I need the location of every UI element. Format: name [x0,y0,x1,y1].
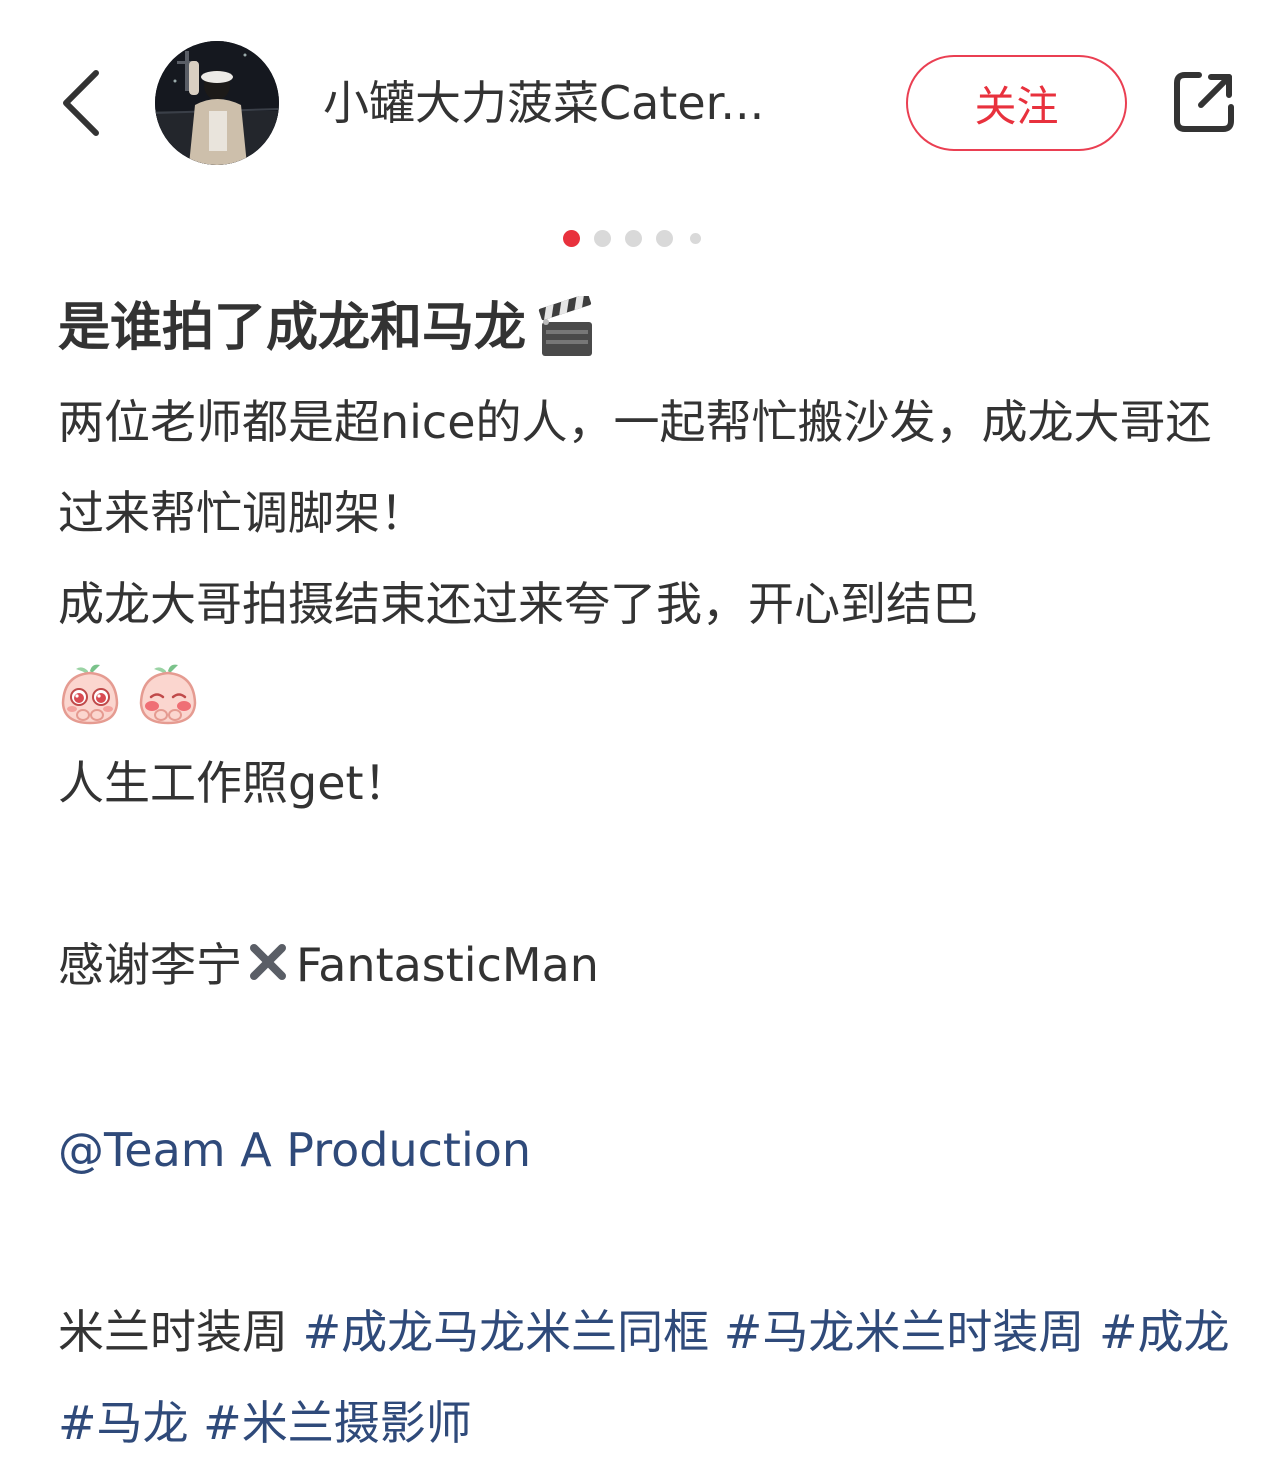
body-paragraph: 成龙大哥拍摄结束还过来夸了我，开心到结巴 [58,577,978,631]
body-paragraph: 两位老师都是超nice的人，一起帮忙搬沙发，成龙大哥还过来帮忙调脚架！ [58,395,1212,540]
hashtag-link[interactable]: #米兰摄影师 [203,1396,472,1450]
thanks-line: 感谢李宁 FantasticMan [58,920,1238,1014]
share-external-icon [1174,72,1234,132]
note-header: 小罐大力菠菜Cater... 关注 [0,0,1280,205]
body-paragraph: 人生工作照get！ [58,756,410,810]
back-arrow-icon [63,70,99,136]
peach-shy-emoji [139,664,197,725]
hashtag-link[interactable]: #成龙马龙米兰同框 [303,1305,710,1359]
peach-pleading-emoji [61,664,119,725]
hashtag-link[interactable]: #马龙米兰时装周 [724,1305,1085,1359]
back-button[interactable] [52,66,108,140]
author-name[interactable]: 小罐大力菠菜Cater... [323,72,863,134]
tags-prefix: 米兰时装周 [58,1305,288,1359]
author-avatar[interactable] [155,41,279,165]
thanks-suffix: FantasticMan [296,938,599,992]
note-title-row: 是谁拍了成龙和马龙 [58,285,1238,371]
note-body: 两位老师都是超nice的人，一起帮忙搬沙发，成龙大哥还过来帮忙调脚架！ 成龙大哥… [58,377,1238,1469]
note-content: 是谁拍了成龙和马龙 两位老师都是超nice的人，一起帮忙搬沙发，成龙大哥还过来帮… [58,285,1238,1469]
hashtag-link[interactable]: #成龙 [1099,1305,1230,1359]
tags-line: 米兰时装周 #成龙马龙米兰同框 #马龙米兰时装周 #成龙 #马龙 #米兰摄影师 [58,1287,1238,1469]
note-title: 是谁拍了成龙和马龙 [58,298,527,358]
thanks-prefix: 感谢李宁 [58,938,242,992]
clapperboard-emoji [538,296,596,360]
carousel-dot-active [563,229,580,247]
hashtag-link[interactable]: #马龙 [58,1396,189,1450]
mention-link[interactable]: @Team A Production [58,1105,1238,1196]
carousel-dot [594,229,611,247]
carousel-indicator [563,227,715,249]
carousel-dot [656,229,673,247]
emoji-row [58,650,1238,738]
share-button[interactable] [1163,62,1245,142]
follow-button[interactable]: 关注 [906,55,1127,151]
heavy-x-emoji [246,923,290,1014]
carousel-dot [625,229,642,247]
carousel-dot [690,232,701,244]
